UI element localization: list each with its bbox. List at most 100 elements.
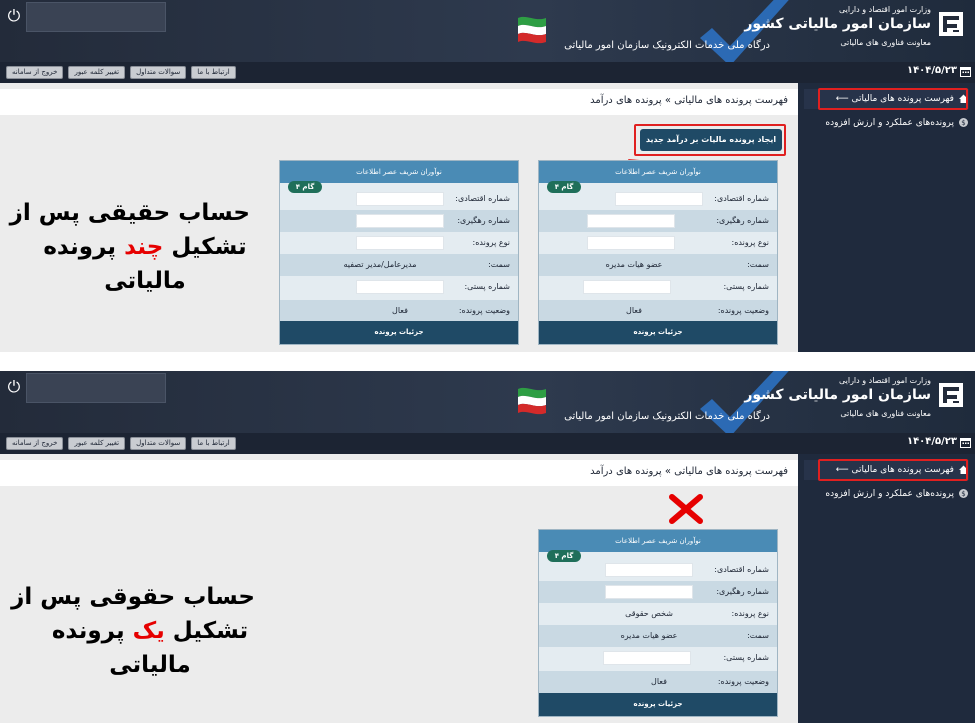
position-value: عضو هیات مدیره	[620, 631, 678, 640]
site-header: ⏻ درگاه ملی خدمات الکترونیک سازمان امور …	[0, 371, 975, 433]
breadcrumb: فهرست پرونده های مالیاتی » پرونده های در…	[590, 95, 788, 106]
change-password-button[interactable]: تغییر کلمه عبور	[68, 437, 126, 450]
bottom-screenshot-panel: ⏻ درگاه ملی خدمات الکترونیک سازمان امور …	[0, 371, 975, 723]
row-label: وضعیت پرونده:	[717, 306, 769, 315]
position-value: مدیرعامل/مدیر تصفیه	[343, 260, 417, 269]
tax-emblem-icon	[939, 383, 963, 407]
logout-button[interactable]: خروج از سامانه	[6, 66, 64, 79]
annotation-text: پرونده	[51, 618, 133, 644]
annotation-real-account: حساب حقیقی پس از تشکیل چند پرونده مالیات…	[9, 196, 250, 298]
sidebar-item-label: پرونده‌های عملکرد و ارزش افزوده	[825, 118, 954, 128]
money-icon: $	[959, 489, 968, 498]
status-value: فعال	[651, 677, 667, 686]
row-label: شماره پستی:	[464, 282, 510, 291]
change-password-button[interactable]: تغییر کلمه عبور	[68, 66, 126, 79]
card-row-tracking-no: شماره رهگیری:	[539, 581, 777, 603]
faq-button[interactable]: سوالات متداول	[130, 437, 187, 450]
iran-flag-icon	[518, 387, 546, 415]
row-label: نوع پرونده:	[731, 238, 770, 247]
breadcrumb-current: پرونده های درآمد	[590, 466, 662, 477]
org-title-block: وزارت امور اقتصاد و دارایی سازمان امور م…	[744, 375, 931, 420]
annotation-line: تشکیل یک پرونده	[45, 614, 255, 648]
annotation-text: تشکیل	[163, 234, 247, 260]
card-company-name: نوآوران شریف عصر اطلاعات	[539, 530, 777, 552]
top-toolbar: خروج از سامانه تغییر کلمه عبور سوالات مت…	[0, 62, 975, 83]
card-row-economic-code: شماره اقتصادی:	[539, 559, 777, 581]
card-row-file-type: نوع پرونده:	[280, 232, 518, 254]
file-details-button[interactable]: جزئیات پرونده	[539, 693, 777, 716]
sidebar-item-performance-files[interactable]: $ پرونده‌های عملکرد و ارزش افزوده	[804, 113, 969, 133]
tracking-no-value	[605, 585, 693, 599]
power-icon[interactable]: ⏻	[4, 6, 24, 26]
redacted-user-box	[26, 373, 166, 403]
breadcrumb-separator: »	[664, 466, 671, 477]
sidebar: فهرست پرونده های مالیاتی ⟵ $ پرونده‌های ع…	[798, 454, 975, 723]
card-row-economic-code: شماره اقتصادی:	[539, 188, 777, 210]
postal-code-value	[356, 280, 444, 294]
breadcrumb-bar: فهرست پرونده های مالیاتی » پرونده های در…	[0, 89, 798, 115]
breadcrumb-root[interactable]: فهرست پرونده های مالیاتی	[674, 95, 788, 106]
top-screenshot-panel: ⏻ درگاه ملی خدمات الکترونیک سازمان امور …	[0, 0, 975, 352]
file-type-value	[356, 236, 444, 250]
current-date: ۱۴۰۴/۵/۲۳	[906, 436, 957, 447]
portal-title: درگاه ملی خدمات الکترونیک سازمان امور ما…	[564, 411, 770, 422]
annotation-line: حساب حقیقی پس از	[9, 200, 250, 226]
card-row-file-status: وضعیت پرونده: فعال	[280, 300, 518, 322]
annotation-line: مالیاتی	[104, 268, 186, 294]
row-label: وضعیت پرونده:	[717, 677, 769, 686]
highlight-box-sidebar	[818, 88, 968, 110]
row-label: شماره رهگیری:	[716, 587, 769, 596]
tax-emblem-icon	[939, 12, 963, 36]
economic-code-value	[615, 192, 703, 206]
dept-label: معاونت فناوری های مالیاتی	[840, 409, 931, 418]
contact-button[interactable]: ارتباط با ما	[191, 437, 236, 450]
card-row-file-type: نوع پرونده:	[539, 232, 777, 254]
tax-file-card: نوآوران شریف عصر اطلاعات گام ۴ شماره اقت…	[538, 160, 778, 345]
sidebar: فهرست پرونده های مالیاتی ⟵ $ پرونده‌های ع…	[798, 83, 975, 352]
economic-code-value	[356, 192, 444, 206]
faq-button[interactable]: سوالات متداول	[130, 66, 187, 79]
card-row-position: سمت: مدیرعامل/مدیر تصفیه	[280, 254, 518, 276]
highlight-box-sidebar	[818, 459, 968, 481]
current-date: ۱۴۰۴/۵/۲۳	[906, 65, 957, 76]
card-company-name: نوآوران شریف عصر اطلاعات	[280, 161, 518, 183]
sidebar-item-performance-files[interactable]: $ پرونده‌های عملکرد و ارزش افزوده	[804, 484, 969, 504]
annotation-line: تشکیل چند پرونده	[40, 230, 250, 264]
annotation-text: پرونده	[43, 234, 125, 260]
redacted-user-box	[26, 2, 166, 32]
row-label: شماره اقتصادی:	[714, 194, 769, 203]
iran-flag-icon	[518, 16, 546, 44]
file-details-button[interactable]: جزئیات پرونده	[280, 321, 518, 344]
annotation-highlight: چند	[124, 234, 164, 260]
row-label: شماره پستی:	[723, 653, 769, 662]
card-row-postal-code: شماره پستی:	[539, 647, 777, 669]
row-label: شماره رهگیری:	[457, 216, 510, 225]
panel-gap	[0, 352, 975, 371]
row-label: سمت:	[747, 631, 769, 640]
postal-code-value	[583, 280, 671, 294]
money-icon: $	[959, 118, 968, 127]
card-row-file-status: وضعیت پرونده: فعال	[539, 300, 777, 322]
file-details-button[interactable]: جزئیات پرونده	[539, 321, 777, 344]
breadcrumb-separator: »	[664, 95, 671, 106]
annotation-legal-account: حساب حقوقی پس از تشکیل یک پرونده مالیاتی	[11, 580, 255, 682]
power-icon[interactable]: ⏻	[4, 377, 24, 397]
top-toolbar: خروج از سامانه تغییر کلمه عبور سوالات مت…	[0, 433, 975, 454]
status-value: فعال	[626, 306, 642, 315]
file-type-value	[587, 236, 675, 250]
tax-file-card: نوآوران شریف عصر اطلاعات گام ۴ شماره اقت…	[279, 160, 519, 345]
breadcrumb-bar: فهرست پرونده های مالیاتی » پرونده های در…	[0, 460, 798, 486]
logout-button[interactable]: خروج از سامانه	[6, 437, 64, 450]
red-x-icon	[669, 494, 703, 524]
breadcrumb-root[interactable]: فهرست پرونده های مالیاتی	[674, 466, 788, 477]
tracking-no-value	[587, 214, 675, 228]
card-row-postal-code: شماره پستی:	[280, 276, 518, 298]
row-label: شماره پستی:	[723, 282, 769, 291]
annotation-line: حساب حقوقی پس از	[11, 584, 255, 610]
dept-label: معاونت فناوری های مالیاتی	[840, 38, 931, 47]
sidebar-item-label: پرونده‌های عملکرد و ارزش افزوده	[825, 489, 954, 499]
row-label: نوع پرونده:	[472, 238, 511, 247]
card-row-file-status: وضعیت پرونده: فعال	[539, 671, 777, 693]
contact-button[interactable]: ارتباط با ما	[191, 66, 236, 79]
ministry-label: وزارت امور اقتصاد و دارایی	[838, 5, 931, 14]
